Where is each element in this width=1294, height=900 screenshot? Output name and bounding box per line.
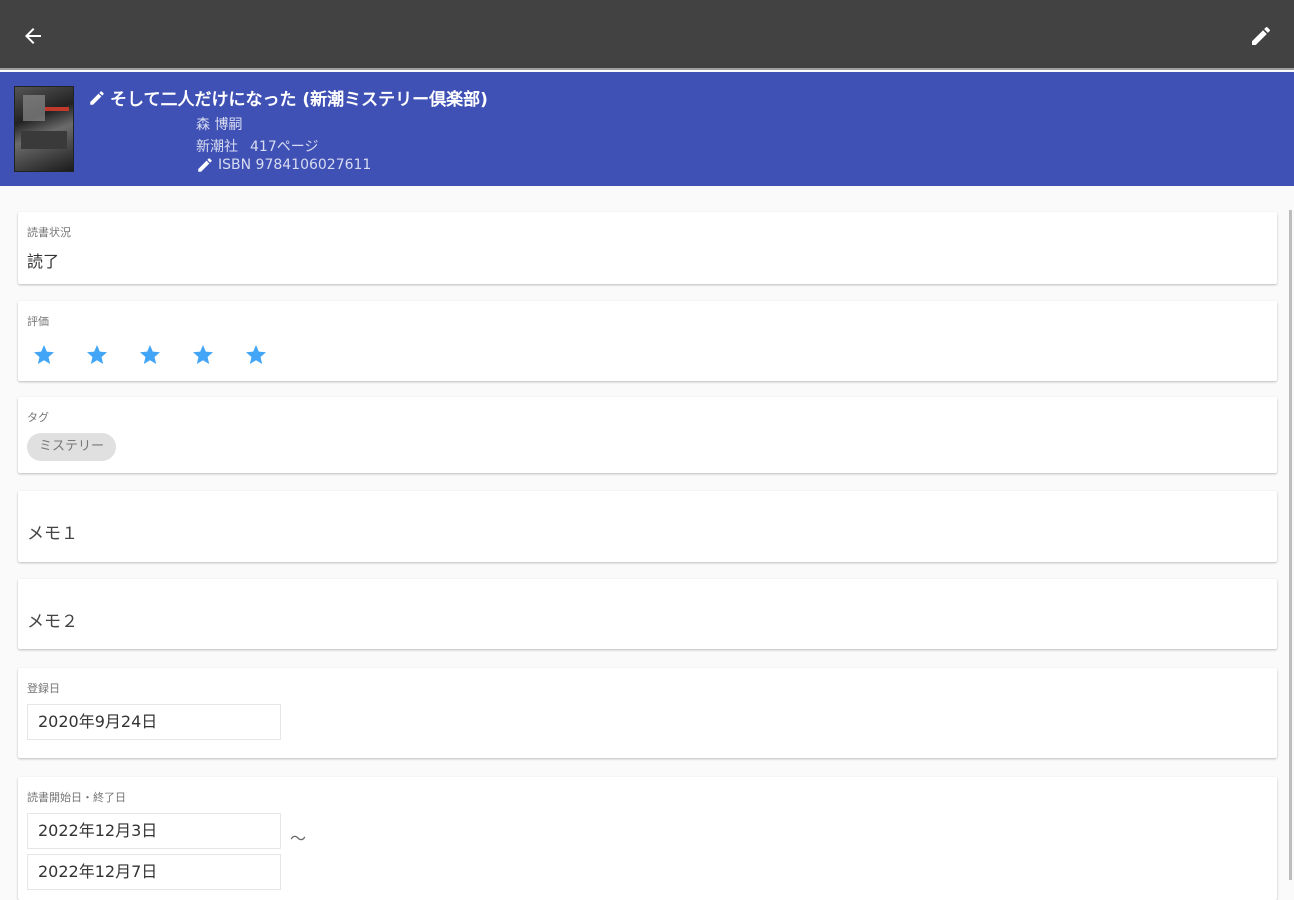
star-icon[interactable] [32,343,56,367]
reading-status-label: 読書状況 [27,226,71,239]
reading-end-date-field[interactable]: 2022年12月7日 [27,854,281,890]
reading-status-value: 読了 [27,252,60,271]
reading-start-date-field[interactable]: 2022年12月3日 [27,813,281,849]
rating-stars [32,343,268,367]
arrow-back-icon[interactable] [20,24,46,48]
memo1-card[interactable]: メモ１ [18,491,1277,562]
pencil-icon [90,90,104,105]
pencil-icon [198,158,212,172]
memo1-label: メモ１ [27,524,78,544]
book-pages: 417ページ [250,139,319,155]
book-header: そして二人だけになった (新潮ミステリー倶楽部) 森 博嗣 新潮社 417ページ … [0,72,1294,186]
registered-date-card: 登録日 2020年9月24日 [18,668,1277,758]
book-title: そして二人だけになった (新潮ミステリー倶楽部) [110,90,488,110]
registered-date-field[interactable]: 2020年9月24日 [27,704,281,740]
book-author: 森 博嗣 [196,117,243,133]
star-icon[interactable] [138,343,162,367]
rating-card: 評価 [18,301,1277,381]
star-icon[interactable] [85,343,109,367]
reading-period-card: 読書開始日・終了日 2022年12月3日 〜 2022年12月7日 [18,777,1277,900]
book-publisher-info: 新潮社 417ページ [196,136,318,156]
memo2-label: メモ２ [27,612,78,632]
tag-chip[interactable]: ミステリー [27,433,117,461]
tags-label: タグ [27,411,49,424]
tags-card: タグ ミステリー [18,397,1277,473]
book-isbn-edit[interactable]: ISBN 9784106027611 [196,156,371,174]
app-bar [0,0,1294,70]
book-publisher: 新潮社 [196,139,238,155]
registered-date-label: 登録日 [27,682,60,695]
book-cover-image [14,86,74,172]
pencil-icon[interactable] [1248,24,1274,48]
reading-period-label: 読書開始日・終了日 [27,791,126,804]
reading-status-card[interactable]: 読書状況 読了 [18,212,1277,284]
star-icon[interactable] [244,343,268,367]
book-isbn: ISBN 9784106027611 [218,157,372,173]
book-title-edit[interactable]: そして二人だけになった (新潮ミステリー倶楽部) [88,85,488,110]
memo2-card[interactable]: メモ２ [18,579,1277,649]
star-icon[interactable] [191,343,215,367]
date-range-separator: 〜 [290,829,307,848]
scrollbar[interactable] [1289,210,1292,880]
rating-label: 評価 [27,315,49,328]
